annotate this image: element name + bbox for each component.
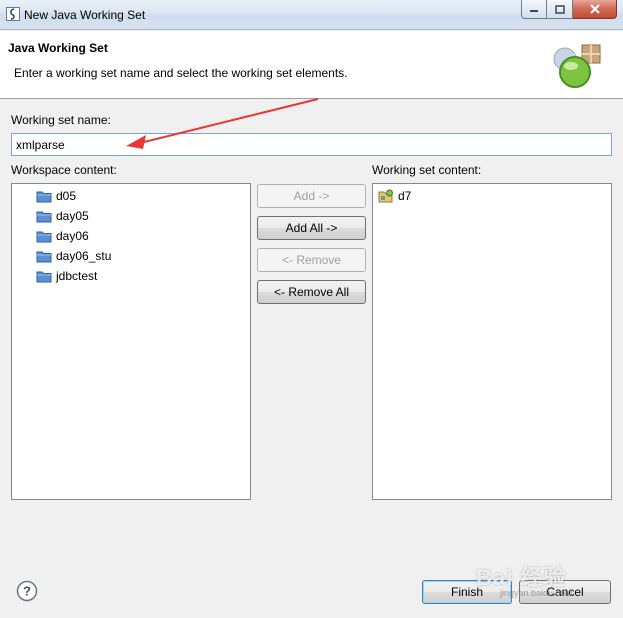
list-item-label: day06_stu	[56, 249, 112, 263]
workspace-content-label: Workspace content:	[11, 163, 117, 177]
add-all-button[interactable]: Add All ->	[257, 216, 366, 240]
finish-button[interactable]: Finish	[422, 580, 512, 604]
close-icon	[589, 4, 600, 14]
list-item-label: jdbctest	[56, 269, 98, 283]
working-set-content-list[interactable]: d7	[372, 183, 612, 500]
folder-icon	[36, 231, 52, 243]
folder-icon	[36, 271, 52, 283]
svg-text:?: ?	[23, 584, 31, 599]
list-item[interactable]: day06	[36, 227, 89, 245]
add-button[interactable]: Add ->	[257, 184, 366, 208]
list-item-label: day06	[56, 229, 89, 243]
list-item[interactable]: d05	[36, 187, 76, 205]
wizard-description: Enter a working set name and select the …	[14, 66, 348, 80]
workspace-content-list[interactable]: d05 day05 day06 day06_stu jdbctest	[11, 183, 251, 500]
list-item[interactable]: day06_stu	[36, 247, 111, 265]
working-set-banner-icon	[553, 44, 601, 88]
working-set-content-label: Working set content:	[372, 163, 482, 177]
remove-button[interactable]: <- Remove	[257, 248, 366, 272]
folder-icon	[36, 191, 52, 203]
help-icon[interactable]: ?	[16, 580, 38, 602]
working-set-name-label: Working set name:	[11, 113, 111, 127]
maximize-button[interactable]	[547, 0, 573, 19]
close-button[interactable]	[573, 0, 617, 19]
list-item-label: day05	[56, 209, 89, 223]
eclipse-app-icon	[6, 7, 20, 21]
minimize-icon	[530, 10, 538, 12]
java-project-icon	[378, 189, 393, 203]
wizard-title: Java Working Set	[8, 41, 108, 55]
list-item[interactable]: d7	[378, 187, 411, 205]
folder-icon	[36, 251, 52, 263]
window-title: New Java Working Set	[24, 8, 146, 22]
window-title-bar[interactable]: New Java Working Set	[0, 0, 623, 30]
list-item-label: d05	[56, 189, 77, 203]
list-item[interactable]: jdbctest	[36, 267, 97, 285]
list-item[interactable]: day05	[36, 207, 89, 225]
list-item-label: d7	[398, 189, 412, 203]
folder-icon	[36, 211, 52, 223]
maximize-icon	[554, 4, 565, 14]
wizard-header: Java Working Set Enter a working set nam…	[0, 31, 623, 99]
minimize-button[interactable]	[521, 0, 547, 19]
remove-all-button[interactable]: <- Remove All	[257, 280, 366, 304]
cancel-button[interactable]: Cancel	[519, 580, 611, 604]
working-set-name-input[interactable]	[11, 133, 612, 156]
